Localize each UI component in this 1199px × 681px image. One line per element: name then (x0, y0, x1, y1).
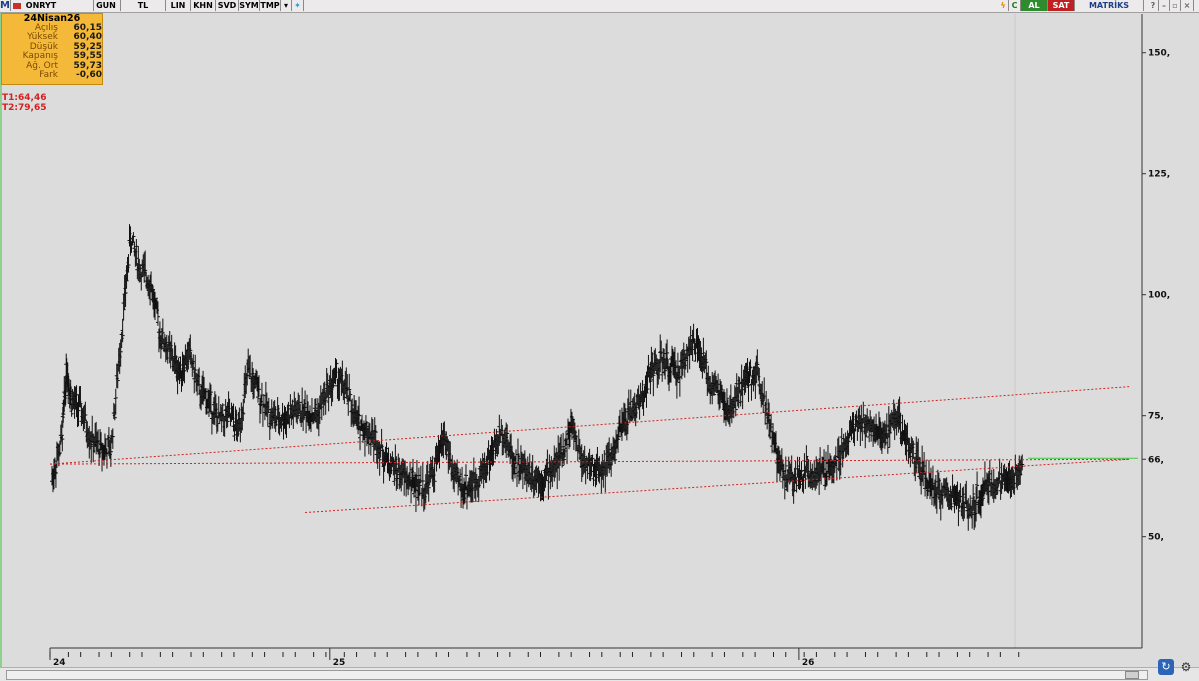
info-value: -0,60 (76, 70, 102, 80)
info-row-diff: Fark -0,60 (2, 70, 102, 81)
y-tick-label: 100, (1148, 291, 1170, 301)
x-tick-label: 24 (53, 658, 66, 667)
horizontal-scrollbar[interactable] (0, 667, 1199, 681)
y-tick-label: 75, (1148, 412, 1164, 422)
info-label: Fark (39, 70, 58, 80)
refresh-chart-icon[interactable]: ↻ (1158, 659, 1174, 675)
x-tick-label: 26 (802, 658, 815, 667)
y-tick-label: 150, (1148, 49, 1170, 59)
x-tick-label: 25 (333, 658, 346, 667)
info-box: 24Nisan26 Açılış 60,15 Yüksek 60,40 Düşük 5… (1, 13, 103, 85)
y-tick-label: 50, (1148, 533, 1164, 543)
target-1: T1:64,46 (2, 93, 47, 103)
target-2: T2:79,65 (2, 103, 47, 113)
y-tick-label: 66, (1148, 455, 1164, 465)
scrollbar-thumb[interactable] (1125, 671, 1139, 679)
scrollbar-track[interactable] (6, 670, 1148, 680)
price-chart[interactable]: 150, 125, 100, 75, 66, 50, 24 25 26 (0, 0, 1199, 667)
targets: T1:64,46 T2:79,65 (2, 93, 46, 113)
settings-icon[interactable]: ⚙ (1178, 659, 1194, 675)
y-tick-label: 125, (1148, 170, 1170, 180)
